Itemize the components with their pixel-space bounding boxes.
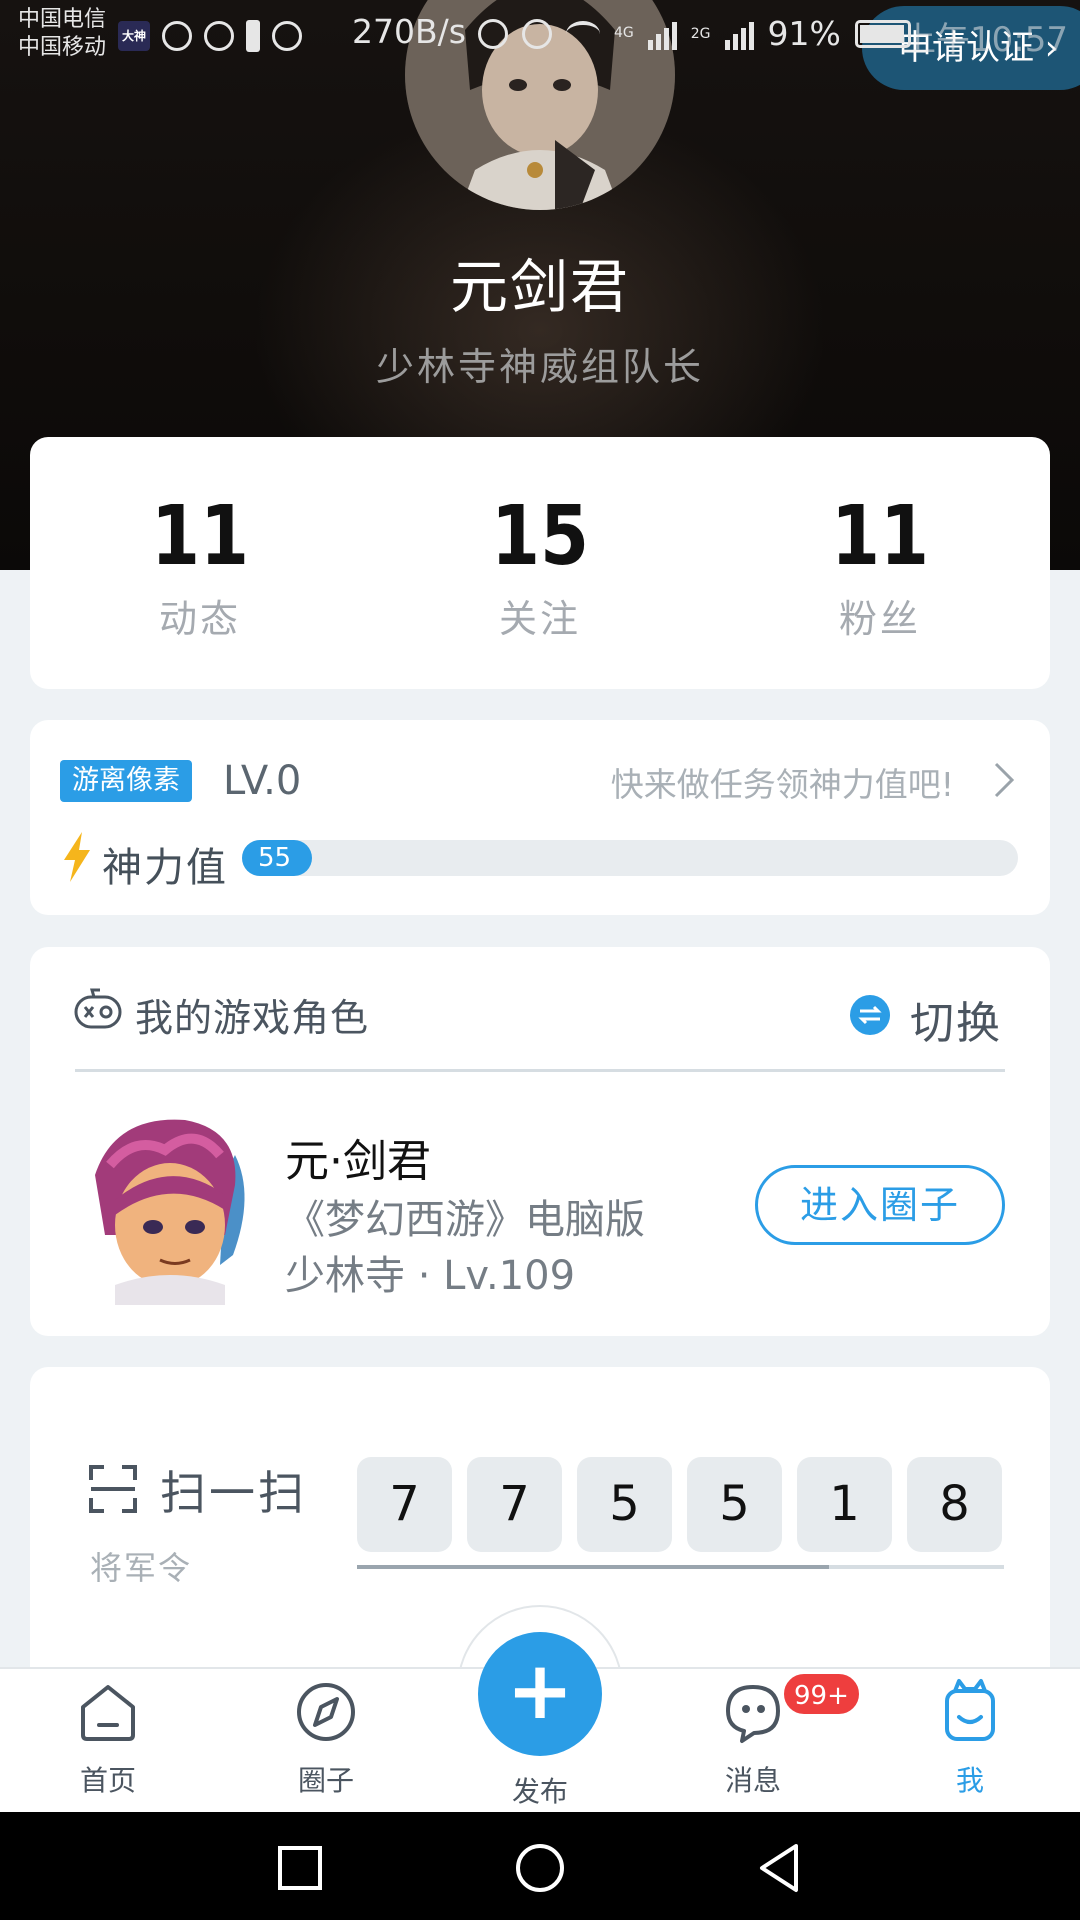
stat-followers-label: 粉丝	[838, 597, 921, 641]
role-avatar[interactable]	[75, 1115, 255, 1305]
divider	[75, 1069, 1005, 1072]
power-label: 神力值	[102, 845, 228, 891]
nav-circle-label: 圈子	[297, 1764, 354, 1797]
publish-button[interactable]: +	[478, 1632, 602, 1756]
level-card[interactable]: 游离像素 LV.0 快来做任务领神力值吧! 神力值 55	[30, 720, 1050, 915]
game-role-card: 我的游戏角色 切换 元·剑君 《梦幻西游》电脑版 少林寺 · Lv.109 进入…	[30, 947, 1050, 1336]
network-type-2: 2G	[690, 25, 711, 42]
notification-icons: 大神	[118, 14, 302, 58]
stat-posts-value: 11	[150, 489, 250, 584]
switch-icon[interactable]	[850, 995, 890, 1035]
eye-icon	[522, 18, 552, 49]
role-section-title: 我的游戏角色	[135, 996, 370, 1040]
alarm-icon	[478, 18, 508, 49]
system-icons: 4G 2G 91%	[478, 14, 911, 53]
power-progress-bar: 55	[242, 840, 1018, 876]
carrier-1: 中国电信	[18, 7, 107, 32]
stats-card: 11 动态 15 关注 11 粉丝	[30, 437, 1050, 689]
stat-followers-value: 11	[830, 489, 930, 584]
nav-home[interactable]: 首页	[28, 1677, 188, 1799]
stat-following-label: 关注	[498, 597, 581, 641]
lightning-icon	[64, 832, 90, 882]
token-digit: 7	[467, 1457, 562, 1552]
app-icon: 大神	[118, 21, 150, 51]
home-button-icon[interactable]	[512, 1840, 568, 1896]
home-icon	[81, 1685, 135, 1741]
carrier-2: 中国移动	[18, 35, 107, 60]
token-code: 7 7 5 5 1 8	[357, 1457, 1002, 1552]
stat-posts[interactable]: 11 动态	[30, 437, 370, 689]
wechat-icon	[204, 21, 234, 51]
role-school-level: 少林寺 · Lv.109	[285, 1253, 576, 1299]
token-digit: 5	[687, 1457, 782, 1552]
message-icon	[272, 21, 302, 51]
chevron-right-icon	[994, 762, 1015, 798]
nav-home-label: 首页	[79, 1764, 136, 1797]
clock: 上午10:57	[902, 20, 1068, 60]
alert-icon	[246, 20, 260, 52]
stat-following[interactable]: 15 关注	[370, 437, 710, 689]
battery-percent: 91%	[767, 14, 841, 53]
power-progress-fill: 55	[242, 840, 312, 876]
message-count-badge: 99+	[782, 1672, 861, 1716]
back-icon[interactable]	[752, 1840, 808, 1896]
compass-icon	[297, 1683, 355, 1741]
token-timer-bar	[357, 1565, 1004, 1569]
role-name: 元·剑君	[285, 1136, 431, 1187]
task-hint: 快来做任务领神力值吧!	[610, 765, 954, 804]
message-ghost-icon	[726, 1685, 780, 1743]
nav-messages-label: 消息	[724, 1764, 781, 1797]
signal-icon-2	[724, 18, 754, 50]
nav-publish-label: 发布	[511, 1775, 568, 1808]
scan-button[interactable]: 扫一扫	[160, 1457, 307, 1523]
network-type-1: 4G	[614, 25, 634, 41]
power-value: 55	[258, 843, 292, 873]
notification-icon	[162, 21, 192, 51]
token-digit: 8	[907, 1457, 1002, 1552]
signal-icon-1	[647, 18, 677, 50]
nav-circle[interactable]: 圈子	[246, 1677, 406, 1799]
gamepad-icon	[74, 988, 122, 1029]
token-label: 将军令	[90, 1549, 193, 1587]
role-game: 《梦幻西游》电脑版	[285, 1197, 645, 1243]
scan-icon[interactable]	[88, 1464, 138, 1514]
stat-posts-label: 动态	[158, 597, 241, 641]
stat-following-value: 15	[490, 489, 590, 584]
me-icon	[945, 1679, 995, 1741]
wifi-icon	[566, 20, 600, 47]
token-digit: 1	[797, 1457, 892, 1552]
status-bar: 中国电信 中国移动 大神 270B/s 4G 2G 91% 上午10:57	[0, 0, 1080, 70]
level-text: LV.0	[223, 758, 302, 804]
carrier-info: 中国电信 中国移动	[18, 6, 106, 62]
token-digit: 7	[357, 1457, 452, 1552]
nav-me[interactable]: 我	[890, 1677, 1050, 1799]
enter-circle-button[interactable]: 进入圈子	[755, 1165, 1005, 1245]
switch-role-button[interactable]: 切换	[910, 987, 1002, 1051]
nav-me-label: 我	[955, 1764, 984, 1797]
token-digit: 5	[577, 1457, 672, 1552]
stat-followers[interactable]: 11 粉丝	[710, 437, 1050, 689]
level-badge: 游离像素	[60, 760, 192, 802]
token-timer-fill	[357, 1565, 830, 1569]
user-name: 元剑君	[449, 253, 630, 321]
network-speed: 270B/s	[352, 12, 466, 51]
recent-apps-icon[interactable]	[272, 1840, 328, 1896]
user-title: 少林寺神威组队长	[375, 345, 704, 389]
